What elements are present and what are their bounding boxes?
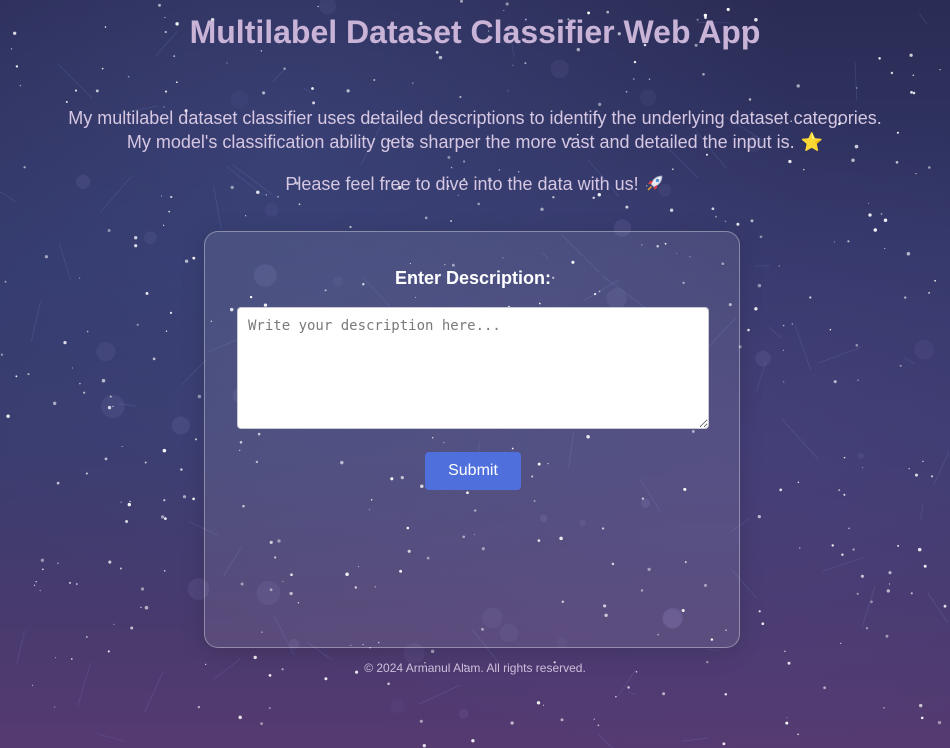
intro-line-1: My multilabel dataset classifier uses de… bbox=[68, 108, 882, 128]
description-label: Enter Description: bbox=[394, 268, 552, 288]
submit-button[interactable]: Submit bbox=[425, 452, 521, 490]
intro-text: My multilabel dataset classifier uses de… bbox=[0, 106, 950, 154]
description-form-card: Enter Description: Submit bbox=[204, 231, 740, 648]
intro-line-2-text: My model's classification ability gets s… bbox=[126, 132, 795, 152]
page-title: Multilabel Dataset Classifier Web App bbox=[189, 14, 761, 50]
intro-line-2: My model's classification ability gets s… bbox=[0, 130, 950, 154]
cta-text: Please feel free to dive into the data w… bbox=[285, 174, 639, 194]
call-to-action: Please feel free to dive into the data w… bbox=[0, 172, 950, 199]
rocket-icon bbox=[645, 173, 665, 199]
footer-copyright: © 2024 Armanul Alam. All rights reserved… bbox=[364, 661, 586, 675]
star-icon: ⭐ bbox=[800, 132, 824, 152]
description-textarea[interactable] bbox=[237, 307, 709, 429]
